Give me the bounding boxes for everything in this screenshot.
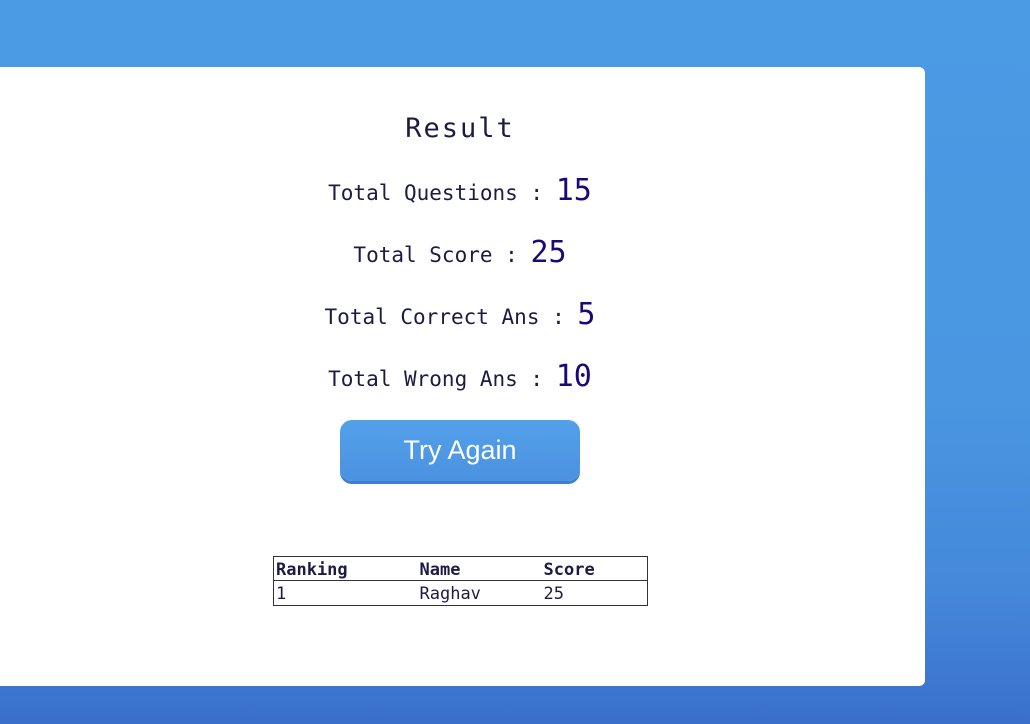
row-ranking: 1	[276, 584, 287, 604]
total-questions-label: Total Questions :	[328, 181, 556, 205]
total-questions-stat: Total Questions : 15	[0, 173, 920, 208]
table-row: 1 Raghav 25	[274, 581, 648, 606]
try-again-button[interactable]: Try Again	[340, 420, 580, 481]
total-wrong-value: 10	[555, 359, 592, 394]
total-wrong-stat: Total Wrong Ans : 10	[0, 359, 920, 394]
header-score: Score	[541, 556, 648, 581]
total-correct-label: Total Correct Ans :	[324, 305, 578, 329]
total-score-label: Total Score :	[353, 243, 531, 267]
total-correct-value: 5	[577, 297, 596, 332]
total-correct-stat: Total Correct Ans : 5	[0, 297, 920, 332]
leaderboard-table: Ranking Name Score 1 Raghav 25	[273, 556, 648, 606]
table-header-row: Ranking Name Score	[273, 556, 648, 581]
result-card: Result Total Questions : 15 Total Score …	[0, 67, 925, 686]
header-ranking: Ranking	[273, 556, 418, 581]
total-score-value: 25	[530, 235, 567, 270]
result-title: Result	[405, 113, 515, 144]
total-questions-value: 15	[555, 173, 592, 208]
total-wrong-label: Total Wrong Ans :	[328, 367, 556, 391]
row-name: Raghav	[419, 584, 481, 604]
row-score: 25	[543, 584, 564, 604]
total-score-stat: Total Score : 25	[0, 235, 920, 270]
header-name: Name	[417, 556, 542, 581]
